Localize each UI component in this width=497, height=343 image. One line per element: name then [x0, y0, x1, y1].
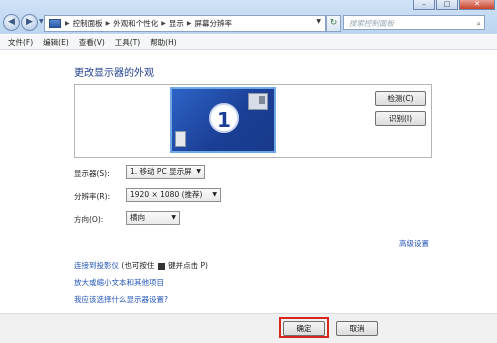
display-select[interactable]: 1. 移动 PC 显示屏 ▼: [126, 165, 205, 179]
text-size-link[interactable]: 放大或缩小文本和其他项目: [74, 277, 164, 288]
menu-file[interactable]: 文件(F): [8, 37, 33, 48]
orientation-value: 横向: [130, 213, 145, 222]
menu-help[interactable]: 帮助(H): [150, 37, 177, 48]
computer-tower-icon: [175, 131, 186, 147]
resolution-select[interactable]: 1920 × 1080 (推荐) ▼: [126, 188, 221, 202]
windows-logo-icon: [157, 262, 165, 270]
chevron-down-icon: ▼: [196, 168, 201, 175]
address-bar[interactable]: ▶ 控制面板 ▶ 外观和个性化 ▶ 显示 ▶ 屏幕分辨率 ▼: [44, 15, 326, 32]
close-button[interactable]: ✕: [459, 0, 495, 10]
search-input[interactable]: 搜索控制面板 ⌕: [343, 15, 485, 30]
cancel-button[interactable]: 取消: [336, 321, 378, 336]
breadcrumb-control-panel[interactable]: 控制面板: [73, 18, 103, 29]
display-settings-help-link[interactable]: 我应该选择什么显示器设置?: [74, 294, 168, 305]
refresh-icon[interactable]: ↻: [326, 15, 341, 32]
address-dropdown-icon[interactable]: ▼: [316, 18, 321, 25]
page-title: 更改显示器的外观: [74, 68, 154, 79]
chevron-down-icon: ▼: [212, 191, 217, 198]
breadcrumb-display[interactable]: 显示: [169, 18, 184, 29]
menu-bar: 文件(F) 编辑(E) 查看(V) 工具(T) 帮助(H): [0, 35, 497, 50]
window-controls: – □ ✕: [412, 0, 495, 10]
forward-arrow-icon[interactable]: ▶: [21, 14, 38, 31]
projector-hint-suffix: 键并点击 P): [168, 261, 208, 270]
breadcrumb-screen-resolution[interactable]: 屏幕分辨率: [195, 18, 233, 29]
dialog-footer: [0, 313, 497, 343]
menu-view[interactable]: 查看(V): [79, 37, 105, 48]
window-icon: [248, 93, 268, 110]
back-arrow-icon[interactable]: ◀: [3, 14, 20, 31]
breadcrumb-separator-icon[interactable]: ▶: [161, 20, 166, 27]
identify-button[interactable]: 识别(I): [375, 111, 426, 126]
resolution-value: 1920 × 1080 (推荐): [130, 190, 203, 199]
monitor-number-badge: 1: [209, 103, 239, 133]
orientation-label: 方向(O):: [74, 215, 104, 224]
breadcrumb-appearance[interactable]: 外观和个性化: [113, 18, 158, 29]
title-bar: – □ ✕ ◀ ▶ ▼ ▶ 控制面板 ▶ 外观和个性化 ▶ 显示 ▶ 屏幕分辨率…: [0, 0, 497, 34]
display-label: 显示器(S):: [74, 169, 110, 178]
ok-button-highlight: [279, 317, 329, 338]
monitor-1-thumbnail[interactable]: 1: [170, 87, 276, 153]
menu-edit[interactable]: 编辑(E): [43, 37, 69, 48]
detect-button[interactable]: 检测(C): [375, 91, 426, 106]
maximize-button[interactable]: □: [436, 0, 458, 10]
advanced-settings-link[interactable]: 高级设置: [399, 238, 429, 249]
menu-tools[interactable]: 工具(T): [115, 37, 140, 48]
breadcrumb-separator-icon[interactable]: ▶: [187, 20, 192, 27]
projector-hint-prefix: (也可按住: [121, 261, 155, 270]
minimize-button[interactable]: –: [413, 0, 435, 10]
resolution-label: 分辨率(R):: [74, 192, 111, 201]
display-value: 1. 移动 PC 显示屏: [130, 167, 192, 176]
search-placeholder: 搜索控制面板: [349, 19, 394, 28]
search-icon[interactable]: ⌕: [477, 16, 481, 31]
chevron-down-icon: ▼: [171, 214, 176, 221]
breadcrumb-separator-icon[interactable]: ▶: [106, 20, 111, 27]
control-panel-icon: [49, 19, 61, 28]
connect-projector-link[interactable]: 连接到投影仪: [74, 261, 119, 270]
recent-pages-chevron-icon[interactable]: ▼: [39, 18, 44, 25]
projector-hint: 连接到投影仪 (也可按住 键并点击 P): [74, 260, 208, 271]
orientation-select[interactable]: 横向 ▼: [126, 211, 180, 225]
breadcrumb-separator-icon[interactable]: ▶: [65, 20, 70, 27]
